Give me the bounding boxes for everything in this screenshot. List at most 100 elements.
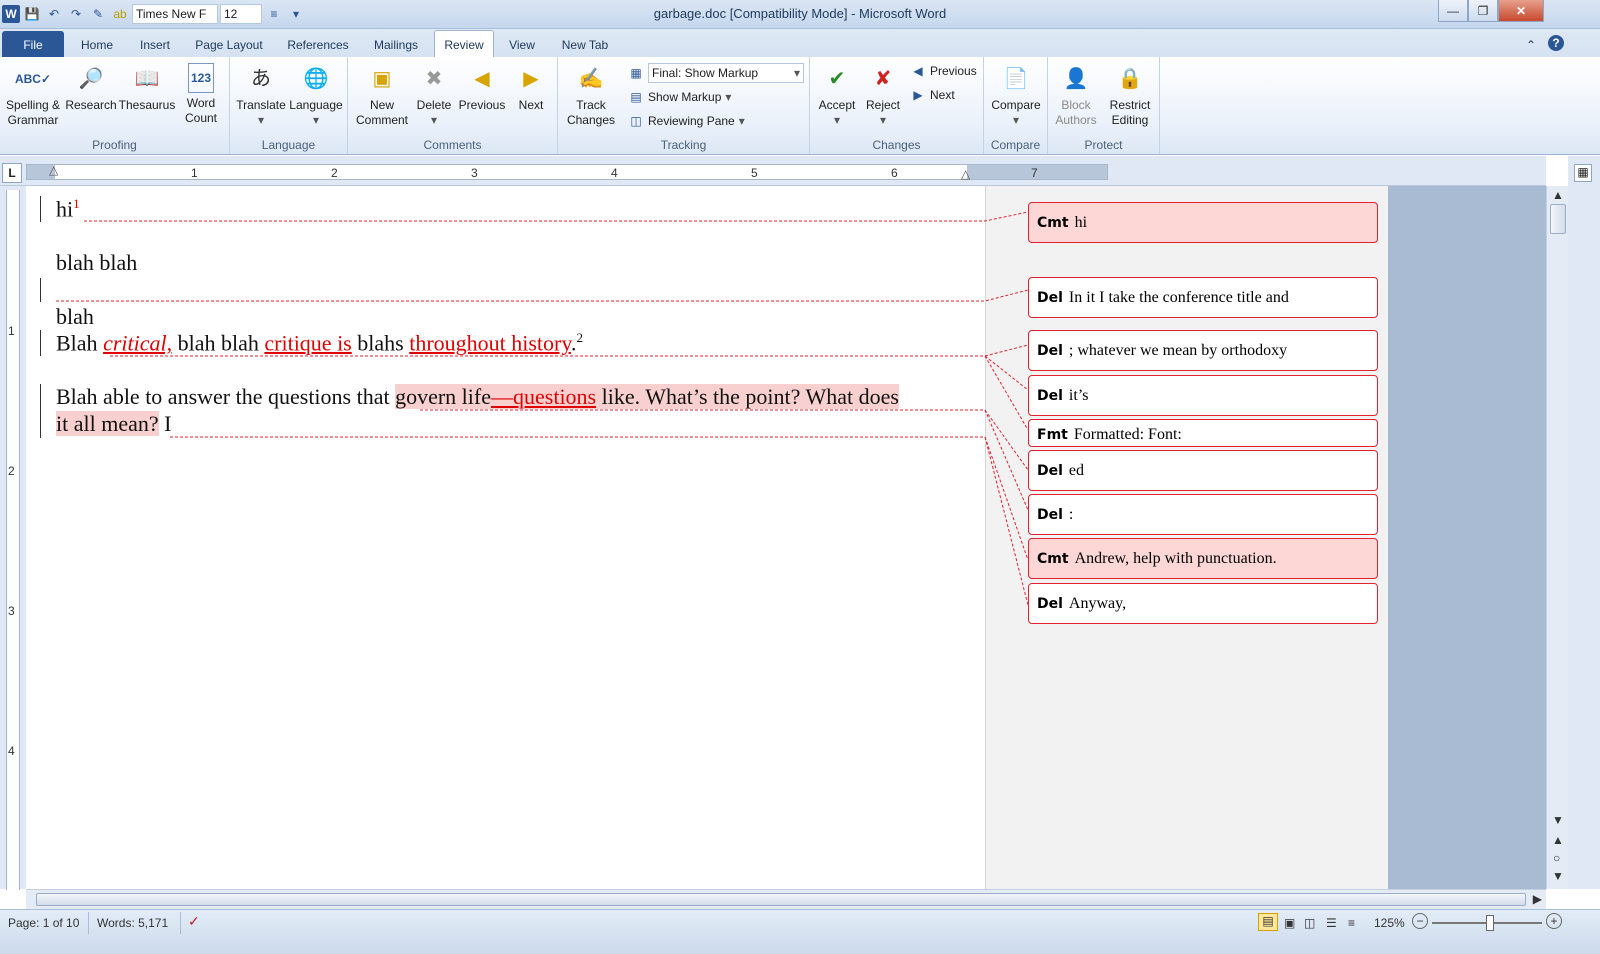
reviewing-pane-label: Reviewing Pane [648, 114, 735, 128]
markup-select[interactable]: Final: Show Markup ▾ [648, 63, 804, 83]
group-changes: ✔ Accept ▾ ✘ Reject ▾ ◀ Previous ▶ Next … [810, 57, 984, 154]
tab-home[interactable]: Home [72, 34, 122, 57]
scroll-up-icon[interactable]: ▲ [1552, 188, 1564, 202]
tab-new-tab[interactable]: New Tab [552, 34, 618, 57]
vertical-ruler: 1 2 3 4 [0, 186, 26, 890]
tab-references[interactable]: References [280, 34, 356, 57]
vertical-scroll-thumb[interactable] [1550, 204, 1566, 234]
outline-icon[interactable]: ☰ [1326, 916, 1337, 930]
previous-change-button[interactable]: ◀ Previous [910, 63, 976, 79]
indent-marker-icon[interactable]: △ [49, 163, 58, 177]
zoom-in-icon[interactable]: + [1546, 913, 1562, 929]
research-label: Research [65, 98, 117, 112]
scroll-right-icon[interactable]: ▶ [1533, 892, 1542, 906]
grammar-label: Grammar [7, 113, 59, 127]
tab-selector[interactable]: L [2, 163, 22, 183]
tab-view[interactable]: View [502, 34, 542, 57]
balloon-text: Anyway, [1068, 595, 1127, 612]
comment-balloon[interactable]: Cmt hi [1028, 202, 1378, 243]
deletion-balloon[interactable]: Del In it I take the conference title and [1028, 277, 1378, 318]
reviewing-pane-button[interactable]: ◫ Reviewing Pane ▾ [628, 113, 744, 129]
format-balloon[interactable]: Fmt Formatted: Font: [1028, 419, 1378, 447]
minimize-ribbon-icon[interactable]: ⌃ [1522, 34, 1540, 57]
vertical-scrollbar[interactable]: ▲ ▼ ▲ ○ ▼ [1546, 186, 1568, 889]
scroll-down-icon[interactable]: ▼ [1552, 813, 1564, 827]
spelling-grammar-button[interactable]: ABC✓ Spelling & Grammar [4, 63, 62, 128]
zoom-out-icon[interactable]: − [1412, 913, 1428, 929]
reject-button[interactable]: ✘ Reject ▾ [860, 63, 906, 128]
word-count-button[interactable]: 123 Word Count [178, 63, 224, 126]
block-authors-button[interactable]: 👤 Block Authors [1052, 63, 1100, 128]
reject-dropdown-icon: ▾ [879, 113, 887, 127]
balloon-type-label: Cmt [1037, 215, 1069, 231]
balloon-type-label: Del [1037, 463, 1063, 479]
ruler-strip[interactable]: 1 2 3 4 5 6 7 △ △ [26, 163, 1108, 181]
restrict-editing-button[interactable]: 🔒 Restrict Editing [1104, 63, 1156, 128]
compare-icon: 📄 [1003, 67, 1029, 90]
print-layout-icon[interactable]: ▤ [1258, 913, 1278, 931]
commented-text[interactable]: like [596, 384, 635, 409]
tab-file[interactable]: File [2, 31, 64, 57]
previous-page-icon[interactable]: ▲ [1552, 833, 1564, 847]
research-button[interactable]: 🔎 Research [64, 63, 118, 113]
new-comment-button[interactable]: ▣ New Comment [352, 63, 412, 128]
document-page[interactable] [26, 186, 986, 889]
right-indent-marker-icon[interactable]: △ [961, 167, 970, 181]
horizontal-scrollbar[interactable]: ▶ [26, 889, 1546, 909]
thesaurus-button[interactable]: 📖 Thesaurus [118, 63, 176, 113]
comment-balloon[interactable]: Cmt Andrew, help with punctuation. [1028, 538, 1378, 579]
tab-insert[interactable]: Insert [130, 34, 180, 57]
comment-ref-1[interactable]: 1 [73, 196, 80, 211]
draft-icon[interactable]: ≡ [1348, 916, 1355, 930]
commented-text[interactable]: govern life [395, 384, 491, 409]
language-button[interactable]: 🌐 Language ▾ [288, 63, 344, 128]
minimize-icon[interactable]: — [1438, 0, 1468, 22]
balloon-text: hi [1074, 214, 1088, 231]
inserted-text[interactable]: —questions [491, 384, 597, 409]
deletion-balloon[interactable]: Del ; whatever we mean by orthodoxy [1028, 330, 1378, 371]
previous-comment-label: Previous [458, 98, 506, 112]
translate-button[interactable]: あ Translate ▾ [234, 63, 288, 128]
vertical-ruler-strip [6, 190, 20, 890]
next-change-button[interactable]: ▶ Next [910, 87, 954, 103]
tab-mailings[interactable]: Mailings [364, 34, 428, 57]
word-count[interactable]: Words: 5,171 [97, 916, 168, 930]
reject-icon: ✘ [874, 67, 892, 90]
close-icon[interactable]: ✕ [1498, 0, 1544, 22]
full-screen-reading-icon[interactable]: ▣ [1284, 916, 1295, 930]
balloon-text: ; whatever we mean by orthodoxy [1068, 342, 1288, 359]
proofing-status-icon[interactable]: ✓ [188, 913, 200, 930]
tab-review[interactable]: Review [434, 30, 494, 58]
next-comment-button[interactable]: ▶ Next [510, 63, 552, 113]
commented-text[interactable]: it all mean? [56, 411, 159, 436]
accept-button[interactable]: ✔ Accept ▾ [814, 63, 860, 128]
deletion-balloon[interactable]: Del Anyway, [1028, 583, 1378, 624]
zoom-slider-thumb[interactable] [1486, 915, 1494, 931]
deletion-balloon[interactable]: Del ed [1028, 450, 1378, 491]
delete-comment-button[interactable]: ✖ Delete ▾ [412, 63, 456, 128]
comments-group-label: Comments [423, 138, 482, 152]
page-count[interactable]: Page: 1 of 10 [8, 916, 79, 930]
footnote-ref-2[interactable]: 2 [576, 330, 583, 345]
commented-text[interactable]: . What’s the point? What does [634, 384, 899, 409]
help-icon[interactable]: ? [1548, 35, 1564, 51]
doc-line: hi1 [56, 196, 80, 222]
view-ruler-icon[interactable]: ▦ [1574, 164, 1592, 182]
compare-button[interactable]: 📄 Compare ▾ [988, 63, 1044, 128]
browse-object-icon[interactable]: ○ [1553, 851, 1560, 865]
next-page-icon[interactable]: ▼ [1552, 869, 1564, 883]
inserted-text[interactable]: critique is [264, 330, 351, 355]
zoom-level[interactable]: 125% [1374, 916, 1405, 930]
restore-icon[interactable]: ❐ [1468, 0, 1498, 22]
web-layout-icon[interactable]: ◫ [1304, 916, 1315, 930]
deletion-balloon[interactable]: Del it’s [1028, 375, 1378, 416]
inserted-text[interactable]: throughout history [409, 330, 571, 355]
inserted-text[interactable]: critical, [103, 330, 172, 355]
tab-page-layout[interactable]: Page Layout [188, 34, 270, 57]
horizontal-scroll-thumb[interactable] [36, 893, 1526, 906]
track-changes-icon: ✍ [578, 67, 604, 90]
show-markup-button[interactable]: ▤ Show Markup ▾ [628, 89, 731, 105]
previous-comment-button[interactable]: ◀ Previous [456, 63, 508, 113]
deletion-balloon[interactable]: Del: [1028, 494, 1378, 535]
track-changes-button[interactable]: ✍ Track Changes [562, 63, 620, 128]
